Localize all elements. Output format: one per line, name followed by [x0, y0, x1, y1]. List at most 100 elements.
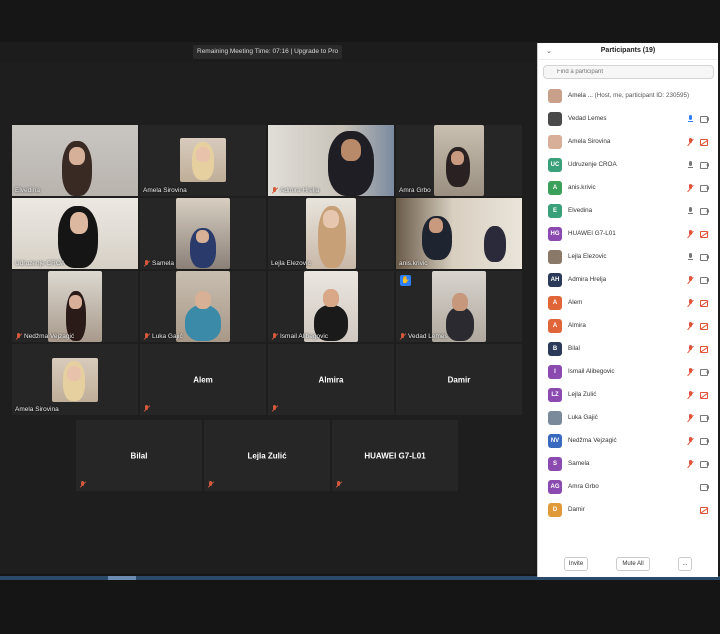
video-camera-icon[interactable] [700, 276, 709, 284]
participant-row[interactable]: Vedad Lemes [538, 108, 719, 131]
participant-row[interactable]: I Ismail Alibegovic [538, 361, 719, 384]
video-off-icon[interactable] [700, 345, 708, 353]
participant-row[interactable]: S Samela [538, 453, 719, 476]
avatar: AH [548, 273, 562, 287]
video-tile[interactable]: Nedžma Vejzagić [12, 271, 138, 342]
mic-muted-icon[interactable] [686, 437, 694, 445]
video-tile[interactable]: Lejla Zulić [204, 420, 330, 491]
avatar: A [548, 319, 562, 333]
mic-muted-icon[interactable] [686, 184, 694, 192]
participant-name: Ismail Alibegovic [568, 368, 615, 375]
mic-muted-icon [335, 481, 342, 488]
video-tile[interactable]: Luka Gajić [140, 271, 266, 342]
microphone-icon[interactable] [686, 115, 694, 123]
meeting-timer[interactable]: Remaining Meeting Time: 07:16 | Upgrade … [193, 45, 343, 59]
video-tile[interactable]: HUAWEI G7-L01 [332, 420, 458, 491]
video-camera-icon[interactable] [700, 414, 709, 422]
mic-muted-icon[interactable] [686, 299, 694, 307]
video-camera-icon[interactable] [700, 437, 709, 445]
mic-muted-icon[interactable] [686, 414, 694, 422]
participant-row[interactable]: Aanis.krivic [538, 177, 719, 200]
video-camera-icon[interactable] [700, 161, 709, 169]
video-tile-active-speaker[interactable]: Udruzenje CROA [12, 198, 138, 269]
video-tile[interactable]: Bilal [76, 420, 202, 491]
video-tile[interactable]: Amela Sirovina [140, 125, 266, 196]
participant-row[interactable]: D Damir [538, 499, 719, 522]
video-off-icon[interactable] [700, 506, 708, 514]
mic-muted-icon[interactable] [686, 460, 694, 468]
video-off-icon[interactable] [700, 230, 708, 238]
participant-row[interactable]: Luka Gajić [538, 407, 719, 430]
mic-muted-icon[interactable] [686, 276, 694, 284]
participant-name: Elvedina [568, 207, 593, 214]
video-tile[interactable]: Alem [140, 344, 266, 415]
video-tile[interactable]: Admira Hrelja [268, 125, 394, 196]
zoom-window: Remaining Meeting Time: 07:16 | Upgrade … [0, 0, 720, 634]
participant-row[interactable]: AG Amra Grbo [538, 476, 719, 499]
participant-row[interactable]: A Almira [538, 315, 719, 338]
video-tile[interactable]: Amela Sirovina [12, 344, 138, 415]
video-off-icon[interactable] [700, 299, 708, 307]
tile-name: Amela Sirovina [143, 187, 187, 194]
mic-muted-icon[interactable] [686, 230, 694, 238]
video-tile[interactable]: Lejla Elezovic [268, 198, 394, 269]
video-tile[interactable]: Samela [140, 198, 266, 269]
mute-all-button[interactable]: Mute All [616, 557, 650, 571]
search-input[interactable] [543, 65, 714, 79]
participant-row[interactable]: LZ Lejla Zulić [538, 384, 719, 407]
avatar [548, 89, 562, 103]
video-tile[interactable]: anis.krivic [396, 198, 522, 269]
video-camera-icon[interactable] [700, 460, 709, 468]
video-camera-icon[interactable] [700, 253, 709, 261]
participant-row[interactable]: Amela ... (Host, me, participant ID: 230… [538, 85, 719, 108]
microphone-icon[interactable] [686, 253, 694, 261]
panel-title: Participants (19) [600, 47, 656, 54]
invite-button[interactable]: Invite [564, 557, 588, 571]
video-tile[interactable]: Damir [396, 344, 522, 415]
participant-row[interactable]: UC Udruzenje CROA [538, 154, 719, 177]
avatar: A [548, 181, 562, 195]
video-tile[interactable]: Ismail Alibegovic [268, 271, 394, 342]
participant-name: Amra Grbo [568, 483, 599, 490]
video-off-icon[interactable] [700, 391, 708, 399]
tile-name: Vedad Lemes [399, 333, 448, 340]
scrollbar-thumb[interactable] [108, 576, 136, 580]
avatar: LZ [548, 388, 562, 402]
video-camera-icon[interactable] [700, 368, 709, 376]
video-tile[interactable]: Elvedina [12, 125, 138, 196]
participant-row[interactable]: E Elvedina [538, 200, 719, 223]
avatar: E [548, 204, 562, 218]
participant-row[interactable]: B Bilal [538, 338, 719, 361]
mic-muted-icon[interactable] [686, 322, 694, 330]
participant-name: Alem [568, 299, 583, 306]
video-tile[interactable]: Amra Grbo [396, 125, 522, 196]
participant-name: Lejla Elezovic [568, 253, 607, 260]
tile-name: Elvedina [15, 187, 40, 194]
video-camera-icon[interactable] [700, 115, 709, 123]
participant-row[interactable]: NV Nedžma Vejzagić [538, 430, 719, 453]
participant-name: anis.krivic [568, 184, 596, 191]
tile-name: Damir [447, 375, 471, 384]
participant-row[interactable]: AH Admira Hrelja [538, 269, 719, 292]
video-off-icon[interactable] [700, 322, 708, 330]
video-tile[interactable]: Vedad Lemes [396, 271, 522, 342]
mic-muted-icon[interactable] [686, 345, 694, 353]
avatar: AG [548, 480, 562, 494]
participant-row[interactable]: HG HUAWEI G7-L01 [538, 223, 719, 246]
mic-muted-icon[interactable] [686, 138, 694, 146]
video-camera-icon[interactable] [700, 207, 709, 215]
video-tile[interactable]: Almira [268, 344, 394, 415]
video-camera-icon[interactable] [700, 184, 709, 192]
tile-name: anis.krivic [399, 260, 428, 267]
participant-name: Admira Hrelja [568, 276, 607, 283]
participant-row[interactable]: A Alem [538, 292, 719, 315]
participant-row[interactable]: Amela Sirovina [538, 131, 719, 154]
participant-row[interactable]: Lejla Elezovic [538, 246, 719, 269]
video-camera-icon[interactable] [700, 483, 709, 491]
microphone-icon[interactable] [686, 161, 694, 169]
microphone-icon[interactable] [686, 207, 694, 215]
video-off-icon[interactable] [700, 138, 708, 146]
mic-muted-icon[interactable] [686, 368, 694, 376]
mic-muted-icon[interactable] [686, 391, 694, 399]
more-options-button[interactable]: ... [678, 557, 692, 571]
